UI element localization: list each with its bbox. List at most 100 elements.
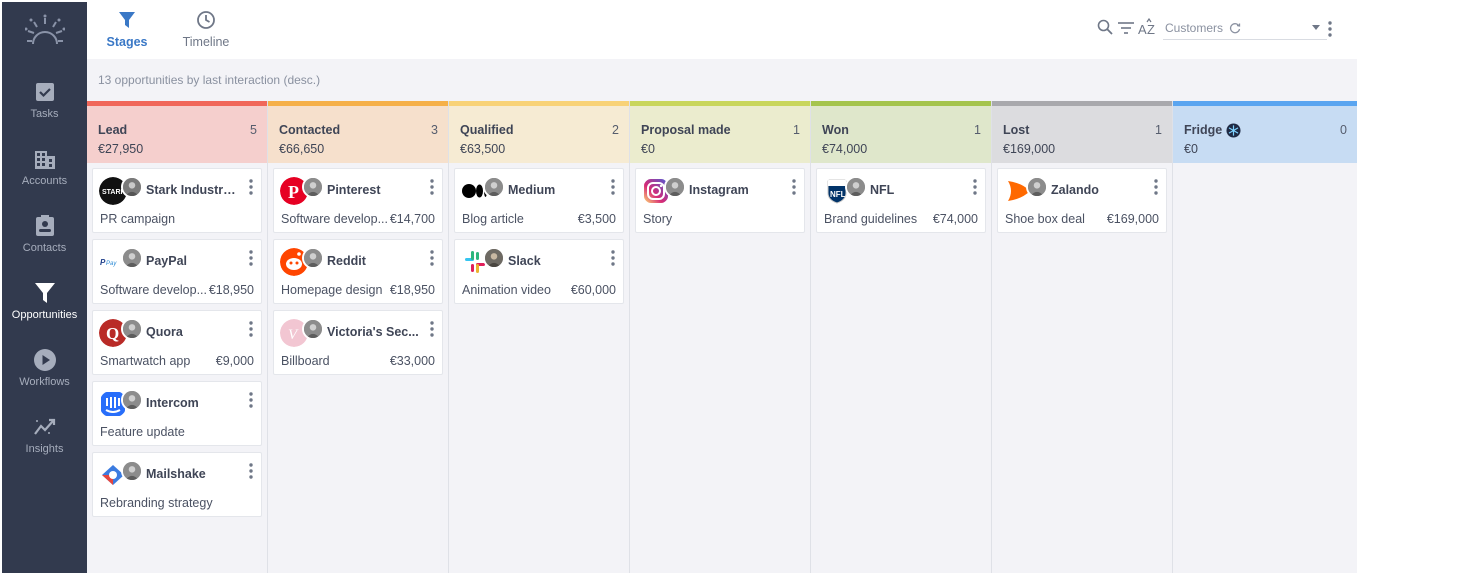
opportunity-card[interactable]: V Victoria's Sec... Billboard €33,000 — [273, 310, 443, 375]
card-value: €33,000 — [389, 354, 435, 368]
card-menu-icon[interactable] — [247, 249, 255, 267]
card-description: Rebranding strategy — [100, 496, 213, 510]
stage-name: Lost — [1003, 123, 1030, 137]
stage-header[interactable]: Qualified 2 €63,500 — [449, 101, 629, 163]
trend-icon — [33, 418, 55, 435]
sidebar-item-workflows[interactable]: Workflows — [2, 348, 87, 410]
card-value: €14,700 — [389, 212, 435, 226]
stage-name: Fridge — [1184, 123, 1223, 137]
card-menu-icon[interactable] — [609, 249, 617, 267]
stage-header[interactable]: Fridge 0 €0 — [1173, 101, 1357, 163]
avatar — [121, 247, 143, 269]
card-menu-icon[interactable] — [1152, 178, 1160, 196]
opportunity-card[interactable]: P Pay PayPal Software develop... €18,950 — [92, 239, 262, 304]
tab-label: Timeline — [182, 35, 230, 49]
card-menu-icon[interactable] — [247, 391, 255, 409]
chevron-down-icon — [1312, 25, 1320, 30]
avatar — [483, 176, 505, 198]
sidebar-item-accounts[interactable]: Accounts — [2, 147, 87, 209]
sidebar-item-label: Tasks — [30, 108, 59, 120]
card-menu-icon[interactable] — [428, 320, 436, 338]
opportunity-card[interactable]: Q Quora Smartwatch app €9,000 — [92, 310, 262, 375]
stage-header[interactable]: Contacted 3 €66,650 — [268, 101, 448, 163]
card-company: Medium — [508, 183, 556, 197]
tab-timeline[interactable]: Timeline — [180, 10, 232, 56]
card-menu-icon[interactable] — [428, 249, 436, 267]
sidebar-item-label: Contacts — [22, 242, 67, 254]
opportunity-card[interactable]: Mailshake Rebranding strategy — [92, 452, 262, 517]
card-company: Slack — [508, 254, 541, 268]
svg-text:Q: Q — [106, 324, 119, 343]
funnel-icon — [34, 283, 55, 303]
opportunity-card[interactable]: P Pinterest Software develop... €14,700 — [273, 168, 443, 233]
svg-text:P: P — [288, 182, 299, 202]
opportunity-card[interactable]: Instagram Story — [635, 168, 805, 233]
opportunity-card[interactable]: STARK Stark Industries PR campaign — [92, 168, 262, 233]
filter-lines-icon[interactable] — [1118, 21, 1134, 35]
avatar — [121, 389, 143, 411]
card-menu-icon[interactable] — [790, 178, 798, 196]
search-icon[interactable] — [1097, 19, 1113, 35]
stage-column-lost: Lost 1 €169,000 Zalando Shoe box deal €1… — [992, 101, 1173, 573]
customers-select[interactable]: Customers — [1163, 18, 1327, 40]
sidebar-item-label: Insights — [25, 443, 64, 455]
stage-column-lead: Lead 5 €27,950 STARK Stark Industries PR… — [87, 101, 268, 573]
card-description: Software develop... — [281, 212, 389, 226]
sidebar-item-insights[interactable]: Insights — [2, 415, 87, 477]
opportunity-card[interactable]: Zalando Shoe box deal €169,000 — [997, 168, 1167, 233]
stage-amount: €27,950 — [98, 142, 144, 156]
card-menu-icon[interactable] — [247, 462, 255, 480]
card-menu-icon[interactable] — [609, 178, 617, 196]
sort-az-icon[interactable]: A Z — [1138, 18, 1158, 38]
card-value: €60,000 — [570, 283, 616, 297]
avatar — [121, 176, 143, 198]
svg-text:Pay: Pay — [106, 261, 117, 267]
card-menu-icon[interactable] — [971, 178, 979, 196]
sidebar-item-label: Accounts — [21, 175, 68, 187]
opportunities-summary: 13 opportunities by last interaction (de… — [98, 73, 321, 87]
card-menu-icon[interactable] — [428, 178, 436, 196]
stage-name: Won — [822, 123, 849, 137]
more-options-icon[interactable] — [1327, 20, 1333, 38]
top-toolbar: Stages Timeline A Z Customers — [87, 2, 1458, 59]
card-menu-icon[interactable] — [247, 320, 255, 338]
stage-header[interactable]: Lost 1 €169,000 — [992, 101, 1172, 163]
funnel-icon — [119, 12, 135, 28]
stage-column-fridge: Fridge 0 €0 — [1173, 101, 1357, 573]
stage-amount: €0 — [641, 142, 655, 156]
card-company: Intercom — [146, 396, 199, 410]
sidebar-item-tasks[interactable]: Tasks — [2, 80, 87, 142]
check-square-icon — [35, 83, 54, 101]
opportunity-card[interactable]: Medium Blog article €3,500 — [454, 168, 624, 233]
opportunity-card[interactable]: Intercom Feature update — [92, 381, 262, 446]
building-icon — [34, 151, 55, 169]
card-value: €9,000 — [215, 354, 254, 368]
card-company: Quora — [146, 325, 183, 339]
stage-header[interactable]: Proposal made 1 €0 — [630, 101, 810, 163]
stage-count: 1 — [974, 123, 981, 137]
stage-count: 0 — [1340, 123, 1347, 137]
stage-header[interactable]: Won 1 €74,000 — [811, 101, 991, 163]
card-menu-icon[interactable] — [247, 178, 255, 196]
stage-count: 1 — [1155, 123, 1162, 137]
tab-label: Stages — [106, 35, 148, 49]
card-description: Story — [643, 212, 673, 226]
tab-stages[interactable]: Stages — [105, 10, 149, 56]
card-description: Billboard — [281, 354, 330, 368]
opportunity-card[interactable]: Reddit Homepage design €18,950 — [273, 239, 443, 304]
card-description: Brand guidelines — [824, 212, 918, 226]
app-window: Tasks Accounts Contacts Opportunities Wo… — [0, 0, 1458, 573]
avatar — [845, 176, 867, 198]
card-company: Stark Industries — [146, 183, 238, 197]
opportunity-card[interactable]: Slack Animation video €60,000 — [454, 239, 624, 304]
brand-logo-icon — [25, 14, 65, 45]
opportunity-card[interactable]: NFL NFL Brand guidelines €74,000 — [816, 168, 986, 233]
sidebar-item-opportunities[interactable]: Opportunities — [2, 281, 87, 343]
stage-name: Proposal made — [641, 123, 731, 137]
sidebar: Tasks Accounts Contacts Opportunities Wo… — [2, 2, 87, 573]
stage-header[interactable]: Lead 5 €27,950 — [87, 101, 267, 163]
stage-name: Qualified — [460, 123, 514, 137]
sidebar-item-contacts[interactable]: Contacts — [2, 214, 87, 276]
pipeline-board: 13 opportunities by last interaction (de… — [87, 59, 1357, 573]
avatar — [302, 176, 324, 198]
